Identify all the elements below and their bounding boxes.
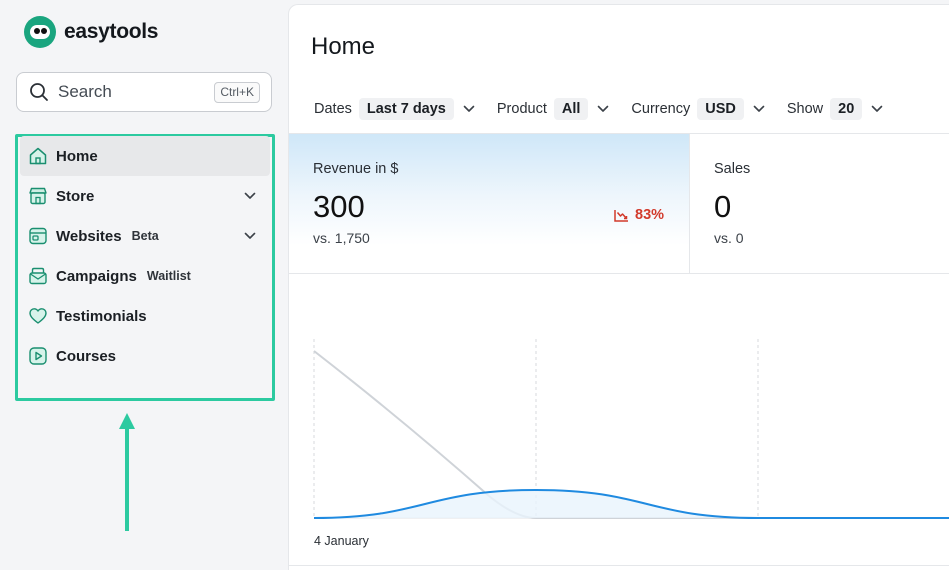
annotation-arrow-line xyxy=(125,425,129,531)
filter-value[interactable]: All xyxy=(553,98,589,120)
campaigns-icon xyxy=(29,267,47,285)
filter-label: Show xyxy=(786,101,824,117)
sidebar-item-courses[interactable]: Courses xyxy=(20,336,270,376)
chevron-down-icon[interactable] xyxy=(597,103,609,115)
app-name: easytools xyxy=(64,20,159,43)
filter-product[interactable]: Product All xyxy=(497,98,610,120)
sales-comparison: vs. 0 xyxy=(714,230,744,246)
filter-label: Dates xyxy=(314,101,352,117)
play-icon xyxy=(29,347,47,365)
filter-currency[interactable]: Currency USD xyxy=(631,98,765,120)
revenue-change-value: 83% xyxy=(635,207,665,223)
revenue-value: 300 xyxy=(313,189,365,224)
sidebar-item-label: Testimonials xyxy=(56,307,147,325)
sidebar-item-label: Store xyxy=(56,187,95,205)
sidebar-item-store[interactable]: Store xyxy=(20,176,270,216)
sloth-logo-icon xyxy=(24,16,56,48)
waitlist-badge: Waitlist xyxy=(146,269,191,283)
filter-value[interactable]: USD xyxy=(697,98,744,120)
filter-value[interactable]: Last 7 days xyxy=(358,98,454,120)
x-axis-label: 4 January xyxy=(314,534,369,548)
main-panel: Home Dates Last 7 days Product All Curre… xyxy=(288,4,949,570)
logo[interactable]: easytools xyxy=(24,16,158,48)
heart-icon xyxy=(29,308,47,324)
chevron-down-icon[interactable] xyxy=(244,190,256,202)
filter-show[interactable]: Show 20 xyxy=(787,98,883,120)
current-period-area xyxy=(314,490,949,518)
sidebar: easytools Search Ctrl+K Home Store Websi… xyxy=(0,0,288,570)
sidebar-item-label: Courses xyxy=(56,347,117,365)
websites-icon xyxy=(29,227,47,245)
home-icon xyxy=(29,147,47,165)
filter-label: Product xyxy=(496,101,547,117)
divider xyxy=(289,565,949,566)
search-icon xyxy=(30,83,48,101)
beta-badge: Beta xyxy=(131,229,159,243)
trend-down-icon xyxy=(614,209,628,222)
chevron-down-icon[interactable] xyxy=(753,103,765,115)
sidebar-item-label: Home xyxy=(56,147,98,165)
page-title: Home xyxy=(311,33,376,60)
sidebar-item-websites[interactable]: Websites Beta xyxy=(20,216,270,256)
sidebar-item-label: Campaigns xyxy=(56,267,137,285)
revenue-card[interactable]: Revenue in $ 300 vs. 1,750 83% xyxy=(289,134,690,273)
search-input[interactable]: Search Ctrl+K xyxy=(16,72,272,112)
chevron-down-icon[interactable] xyxy=(463,103,475,115)
previous-period-line xyxy=(313,350,949,519)
sidebar-item-home[interactable]: Home xyxy=(20,136,270,176)
sidebar-item-label: Websites xyxy=(56,227,122,245)
sidebar-item-campaigns[interactable]: Campaigns Waitlist xyxy=(20,256,270,296)
sales-value: 0 xyxy=(714,189,732,224)
revenue-chart[interactable] xyxy=(289,273,949,563)
chevron-down-icon[interactable] xyxy=(871,103,883,115)
filter-value[interactable]: 20 xyxy=(830,98,863,120)
search-placeholder: Search xyxy=(58,82,112,101)
search-shortcut: Ctrl+K xyxy=(214,82,260,103)
sales-card[interactable]: Sales 0 vs. 0 xyxy=(690,134,949,273)
revenue-change: 83% xyxy=(614,207,664,223)
revenue-label: Revenue in $ xyxy=(313,161,399,177)
sidebar-item-testimonials[interactable]: Testimonials xyxy=(20,296,270,336)
filter-label: Currency xyxy=(631,101,691,117)
filter-dates[interactable]: Dates Last 7 days xyxy=(314,98,475,120)
chevron-down-icon[interactable] xyxy=(244,230,256,242)
store-icon xyxy=(29,187,47,205)
sales-label: Sales xyxy=(714,161,751,177)
revenue-comparison: vs. 1,750 xyxy=(313,230,370,246)
filter-bar: Dates Last 7 days Product All Currency U… xyxy=(314,98,905,120)
